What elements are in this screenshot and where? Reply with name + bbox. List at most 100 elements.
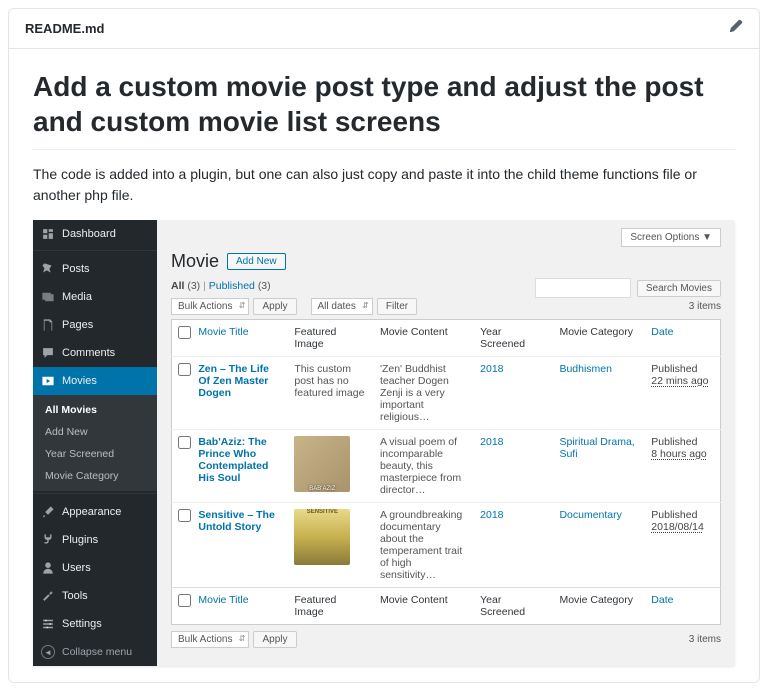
- submenu-all-movies[interactable]: All Movies: [33, 399, 157, 421]
- topbar: Screen Options ▼: [171, 228, 721, 247]
- col-title[interactable]: Movie Title: [192, 320, 288, 357]
- search-row: Search Movies: [535, 278, 721, 298]
- col-year: Year Screened: [474, 320, 553, 357]
- row-title-link[interactable]: Sensitive – The Untold Story: [198, 509, 274, 533]
- sidebar-item-plugins[interactable]: Plugins: [33, 526, 157, 554]
- list-heading: Movie: [171, 251, 219, 272]
- collapse-icon: ◄: [41, 645, 55, 659]
- row-date-when: 8 hours ago: [651, 448, 706, 460]
- table-header-row: Movie Title Featured Image Movie Content…: [172, 320, 721, 357]
- filter-row: Bulk Actions Apply All dates Filter 3 it…: [171, 298, 721, 315]
- row-year-link[interactable]: 2018: [480, 436, 503, 448]
- description: The code is added into a plugin, but one…: [33, 164, 735, 206]
- row-content: A groundbreaking documentary about the t…: [380, 509, 462, 581]
- sidebar-item-appearance[interactable]: Appearance: [33, 498, 157, 526]
- comment-icon: [41, 346, 55, 360]
- thumbnail-icon: BAB'AZIZ: [294, 436, 350, 492]
- plug-icon: [41, 533, 55, 547]
- file-name: README.md: [25, 21, 104, 36]
- card-body: Add a custom movie post type and adjust …: [9, 49, 759, 682]
- title-row: Movie Add New: [171, 251, 721, 272]
- sidebar-item-settings[interactable]: Settings: [33, 610, 157, 638]
- date-filter-select[interactable]: All dates: [311, 298, 373, 315]
- col-date[interactable]: Date: [645, 320, 720, 357]
- user-icon: [41, 561, 55, 575]
- pin-icon: [41, 262, 55, 276]
- row-category-link[interactable]: Spiritual Drama, Sufi: [559, 436, 634, 460]
- brush-icon: [41, 505, 55, 519]
- row-category-link[interactable]: Documentary: [559, 509, 621, 521]
- row-title-link[interactable]: Bab'Aziz: The Prince Who Contemplated Hi…: [198, 436, 268, 484]
- col-category: Movie Category: [553, 320, 645, 357]
- row-category-link[interactable]: Budhismen: [559, 363, 612, 375]
- sidebar-item-media[interactable]: Media: [33, 283, 157, 311]
- row-content: 'Zen' Buddhist teacher Dogen Zenji is a …: [380, 363, 449, 423]
- page-title: Add a custom movie post type and adjust …: [33, 69, 735, 150]
- sidebar-item-comments[interactable]: Comments: [33, 339, 157, 367]
- row-checkbox[interactable]: [178, 436, 191, 449]
- col-image: Featured Image: [288, 320, 374, 357]
- admin-sidebar: Dashboard Posts Media Pages Comments Mov…: [33, 220, 157, 666]
- col-content: Movie Content: [374, 320, 474, 357]
- pencil-icon[interactable]: [729, 19, 743, 38]
- page-icon: [41, 318, 55, 332]
- row-date-when: 2018/08/14: [651, 521, 704, 533]
- status-published[interactable]: Published (3): [209, 280, 271, 292]
- row-content: A visual poem of incomparable beauty, th…: [380, 436, 461, 496]
- apply-button[interactable]: Apply: [253, 298, 296, 315]
- sidebar-item-posts[interactable]: Posts: [33, 255, 157, 283]
- row-date-pub: Published: [651, 436, 714, 448]
- wp-admin-screenshot: Dashboard Posts Media Pages Comments Mov…: [33, 220, 735, 666]
- card-header: README.md: [9, 9, 759, 49]
- screen-options-tab[interactable]: Screen Options ▼: [621, 228, 721, 247]
- collapse-menu[interactable]: ◄Collapse menu: [33, 638, 157, 666]
- status-all[interactable]: All (3): [171, 280, 200, 292]
- select-all-checkbox-foot[interactable]: [178, 594, 191, 607]
- col-year: Year Screened: [474, 588, 553, 625]
- row-date-pub: Published: [651, 363, 714, 375]
- select-all-checkbox[interactable]: [178, 326, 191, 339]
- row-date-pub: Published: [651, 509, 714, 521]
- admin-main: Screen Options ▼ Movie Add New All (3) |…: [157, 220, 735, 666]
- submenu-year-screened[interactable]: Year Screened: [33, 443, 157, 465]
- row-date-when: 22 mins ago: [651, 375, 708, 387]
- sidebar-submenu: All Movies Add New Year Screened Movie C…: [33, 395, 157, 491]
- dashboard-icon: [41, 227, 55, 241]
- status-links: All (3) | Published (3): [171, 280, 271, 292]
- row-title-link[interactable]: Zen – The Life Of Zen Master Dogen: [198, 363, 269, 399]
- wrench-icon: [41, 589, 55, 603]
- row-year-link[interactable]: 2018: [480, 363, 503, 375]
- search-input[interactable]: [535, 278, 631, 298]
- row-checkbox[interactable]: [178, 363, 191, 376]
- search-button[interactable]: Search Movies: [637, 280, 721, 297]
- col-content: Movie Content: [374, 588, 474, 625]
- col-date[interactable]: Date: [645, 588, 720, 625]
- col-title[interactable]: Movie Title: [192, 588, 288, 625]
- items-count: 3 items: [689, 299, 721, 314]
- bulk-actions-select-bottom[interactable]: Bulk Actions: [171, 631, 249, 648]
- sidebar-item-movies[interactable]: Movies: [33, 367, 157, 395]
- no-image-note: This custom post has no featured image: [294, 363, 364, 399]
- apply-button-bottom[interactable]: Apply: [253, 631, 296, 648]
- row-checkbox[interactable]: [178, 509, 191, 522]
- sidebar-item-users[interactable]: Users: [33, 554, 157, 582]
- table-row: Zen – The Life Of Zen Master Dogen This …: [172, 357, 721, 430]
- sidebar-item-tools[interactable]: Tools: [33, 582, 157, 610]
- table-row: Bab'Aziz: The Prince Who Contemplated Hi…: [172, 430, 721, 503]
- row-year-link[interactable]: 2018: [480, 509, 503, 521]
- thumbnail-icon: SENSITIVE: [294, 509, 350, 565]
- add-new-button[interactable]: Add New: [227, 253, 286, 270]
- table-row: Sensitive – The Untold Story SENSITIVE A…: [172, 503, 721, 588]
- video-icon: [41, 374, 55, 388]
- readme-card: README.md Add a custom movie post type a…: [8, 8, 760, 683]
- sidebar-item-pages[interactable]: Pages: [33, 311, 157, 339]
- col-image: Featured Image: [288, 588, 374, 625]
- submenu-movie-category[interactable]: Movie Category: [33, 465, 157, 487]
- bulk-actions-select[interactable]: Bulk Actions: [171, 298, 249, 315]
- items-count-bottom: 3 items: [689, 632, 721, 647]
- filter-button[interactable]: Filter: [377, 298, 417, 315]
- bulk-bottom-row: Bulk Actions Apply 3 items: [171, 631, 721, 648]
- submenu-add-new[interactable]: Add New: [33, 421, 157, 443]
- posts-table: Movie Title Featured Image Movie Content…: [171, 319, 721, 625]
- sidebar-item-dashboard[interactable]: Dashboard: [33, 220, 157, 248]
